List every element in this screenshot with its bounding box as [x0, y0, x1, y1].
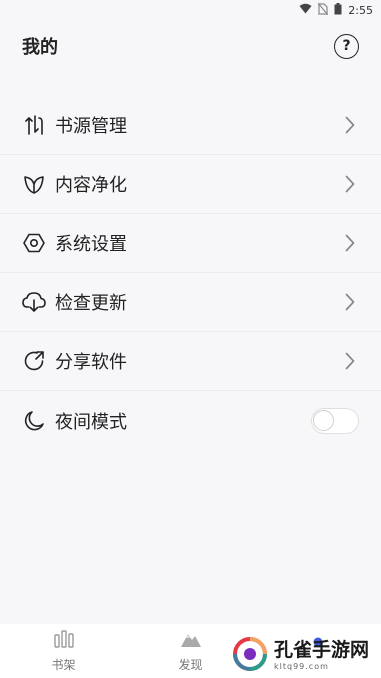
page-title: 我的 — [22, 37, 58, 58]
watermark: 孔雀手游网 kltq99.com — [232, 634, 380, 678]
leaf-icon — [22, 172, 46, 196]
watermark-text: 孔雀手游网 — [274, 639, 370, 661]
menu-label: 检查更新 — [55, 293, 127, 314]
settings-menu: 书源管理 内容净化 系统设置 检查更新 分享软件 夜间模式 — [0, 96, 381, 450]
chevron-right-icon — [343, 233, 357, 253]
menu-item-share-app[interactable]: 分享软件 — [0, 332, 381, 391]
status-time: 2:55 — [348, 3, 373, 17]
mountain-icon — [180, 630, 202, 652]
moon-icon — [22, 409, 46, 433]
no-sim-icon — [317, 2, 329, 18]
menu-label: 分享软件 — [55, 352, 127, 373]
source-arrows-icon — [22, 113, 46, 137]
menu-label: 内容净化 — [55, 175, 127, 196]
cloud-download-icon — [22, 290, 46, 314]
nav-tab-bookshelf[interactable]: 书架 — [0, 624, 127, 678]
battery-icon — [334, 2, 342, 18]
share-refresh-icon — [22, 349, 46, 373]
menu-item-night-mode: 夜间模式 — [0, 391, 381, 450]
peacock-logo-icon — [232, 636, 268, 676]
help-button[interactable]: ? — [334, 33, 359, 59]
chevron-right-icon — [343, 174, 357, 194]
watermark-sub: kltq99.com — [274, 662, 329, 671]
wifi-icon — [299, 3, 312, 17]
nav-label: 书架 — [51, 657, 76, 672]
menu-label: 系统设置 — [55, 234, 127, 255]
chevron-right-icon — [343, 292, 357, 312]
bookshelf-icon — [53, 629, 75, 652]
menu-item-content-purify[interactable]: 内容净化 — [0, 155, 381, 214]
hexagon-settings-icon — [22, 231, 46, 255]
chevron-right-icon — [343, 115, 357, 135]
menu-item-book-source[interactable]: 书源管理 — [0, 96, 381, 155]
toggle-knob — [313, 409, 334, 431]
question-icon: ? — [342, 38, 351, 54]
status-bar: 2:55 — [0, 0, 381, 20]
menu-item-system-settings[interactable]: 系统设置 — [0, 214, 381, 273]
menu-label: 夜间模式 — [55, 411, 127, 433]
header: 我的 ? — [0, 20, 381, 72]
night-mode-toggle[interactable] — [311, 407, 359, 434]
menu-item-check-update[interactable]: 检查更新 — [0, 273, 381, 332]
nav-label: 发现 — [178, 657, 203, 672]
chevron-right-icon — [343, 351, 357, 371]
menu-label: 书源管理 — [55, 116, 127, 137]
